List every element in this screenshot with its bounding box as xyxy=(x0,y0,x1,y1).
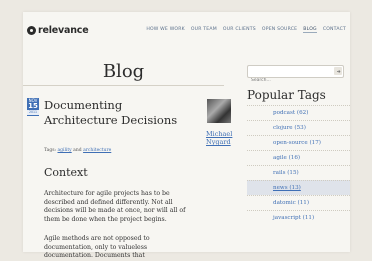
popular-tag-link[interactable]: datomic (11) xyxy=(273,200,309,206)
page-title: Blog xyxy=(102,61,145,82)
nav-open-source[interactable]: OPEN SOURCE xyxy=(262,27,297,33)
list-item: rails (15) xyxy=(247,165,350,180)
popular-tag-link[interactable]: open-source (17) xyxy=(273,140,321,146)
popular-tags-list: podcast (62) clojure (53) open-source (1… xyxy=(247,105,350,225)
list-item: agile (16) xyxy=(247,150,350,165)
list-item: clojure (53) xyxy=(247,120,350,135)
nav-how-we-work[interactable]: HOW WE WORK xyxy=(146,27,185,33)
tag-link-agility[interactable]: agility xyxy=(57,148,71,153)
relevance-logo-icon xyxy=(27,26,36,35)
author-last-name: Nygard xyxy=(206,138,231,146)
list-item: javascript (11) xyxy=(247,210,350,225)
site-logo[interactable]: relevance xyxy=(27,25,89,36)
section-heading: Context xyxy=(44,166,88,179)
nav-contact[interactable]: CONTACT xyxy=(323,27,346,33)
post-date-day: 15 xyxy=(28,102,38,110)
author-avatar xyxy=(207,99,231,123)
post-date-year: 2011 xyxy=(27,110,39,115)
post-tags: Tags: agility and architecture xyxy=(44,148,111,153)
popular-tag-link[interactable]: agile (16) xyxy=(273,155,300,161)
title-divider xyxy=(23,85,224,86)
search-box xyxy=(247,65,344,86)
post-paragraph: Agile methods are not opposed to documen… xyxy=(44,235,150,260)
search-input[interactable] xyxy=(248,75,332,86)
search-button[interactable] xyxy=(334,67,342,75)
popular-tags-heading: Popular Tags xyxy=(247,88,326,102)
list-item: podcast (62) xyxy=(247,105,350,120)
popular-tag-link[interactable]: clojure (53) xyxy=(273,125,306,131)
main-nav: HOW WE WORK OUR TEAM OUR CLIENTS OPEN SO… xyxy=(146,27,346,33)
search-arrow-icon xyxy=(336,69,340,73)
page-container: relevance HOW WE WORK OUR TEAM OUR CLIEN… xyxy=(23,12,350,259)
list-item: open-source (17) xyxy=(247,135,350,150)
tag-link-architecture[interactable]: architecture xyxy=(83,148,111,153)
popular-tag-link[interactable]: news (13) xyxy=(273,185,301,191)
nav-blog[interactable]: BLOG xyxy=(303,27,317,33)
site-header: relevance HOW WE WORK OUR TEAM OUR CLIEN… xyxy=(23,12,350,46)
tags-conjunction: and xyxy=(73,148,82,153)
popular-tag-link[interactable]: javascript (11) xyxy=(273,215,314,221)
post-paragraph: Architecture for agile projects has to b… xyxy=(44,190,186,223)
list-item-highlighted: news (13) xyxy=(247,180,350,195)
popular-tag-link[interactable]: rails (15) xyxy=(273,170,299,176)
nav-our-team[interactable]: OUR TEAM xyxy=(191,27,217,33)
tags-label: Tags: xyxy=(44,148,57,153)
author-first-name: Michael xyxy=(206,130,233,138)
post-title[interactable]: Documenting Architecture Decisions xyxy=(44,98,194,128)
list-item: datomic (11) xyxy=(247,195,350,210)
post-date-badge: NOV 15 2011 xyxy=(27,98,39,116)
logo-text: relevance xyxy=(38,25,89,36)
author-link[interactable]: Michael Nygard xyxy=(206,130,241,146)
nav-our-clients[interactable]: OUR CLIENTS xyxy=(223,27,256,33)
popular-tag-link[interactable]: podcast (62) xyxy=(273,110,308,116)
